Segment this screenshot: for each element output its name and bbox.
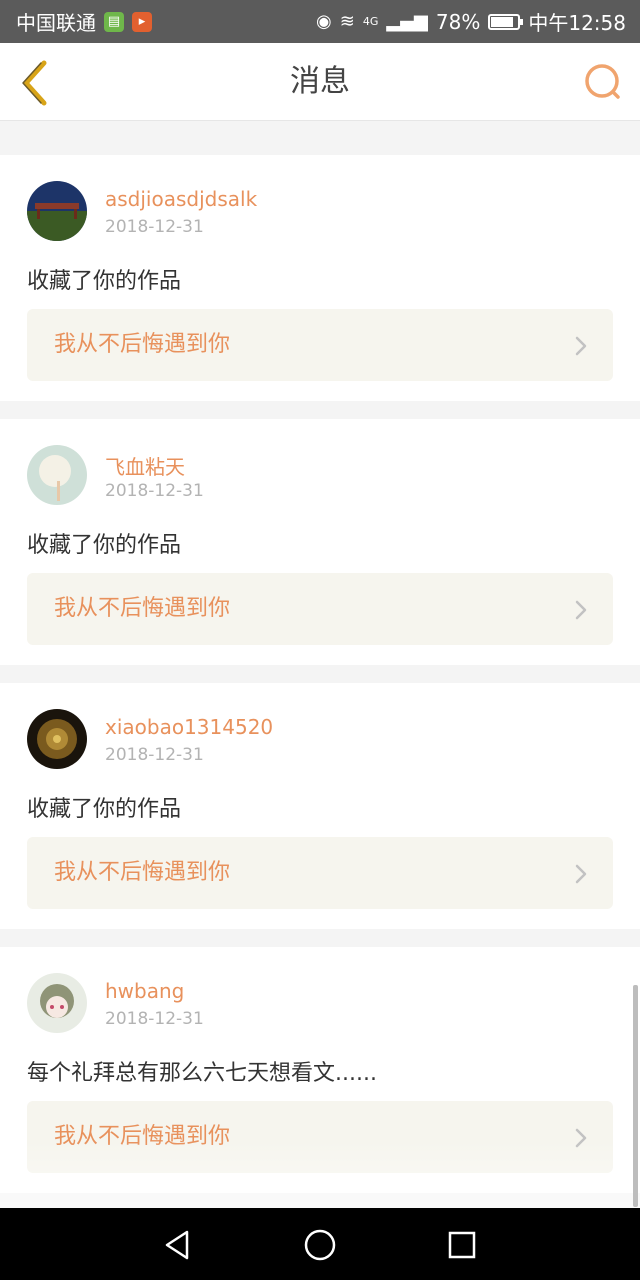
scrollbar[interactable] bbox=[633, 985, 638, 1207]
message-text: 收藏了你的作品 bbox=[27, 533, 182, 558]
work-title: 我从不后悔遇到你 bbox=[54, 1124, 231, 1149]
eye-icon: ◉ bbox=[316, 11, 332, 32]
work-title: 我从不后悔遇到你 bbox=[54, 860, 231, 885]
system-back-button[interactable] bbox=[161, 1228, 195, 1262]
chevron-right-icon bbox=[575, 864, 587, 884]
username[interactable]: asdjioasdjdsalk bbox=[105, 187, 257, 211]
system-recents-button[interactable] bbox=[445, 1228, 479, 1262]
message-card: 飞血粘天 2018-12-31 收藏了你的作品 我从不后悔遇到你 bbox=[0, 419, 640, 665]
message-date: 2018-12-31 bbox=[105, 481, 204, 501]
battery-percent: 78% bbox=[435, 9, 481, 34]
app-notification-icon: ▤ bbox=[104, 11, 124, 32]
page-title: 消息 bbox=[290, 64, 350, 99]
message-card: xiaobao1314520 2018-12-31 收藏了你的作品 我从不后悔遇… bbox=[0, 683, 640, 929]
search-button[interactable] bbox=[580, 59, 626, 105]
username[interactable]: 飞血粘天 bbox=[105, 451, 185, 480]
wifi-icon: ≋ bbox=[339, 11, 355, 32]
message-card: asdjioasdjdsalk 2018-12-31 收藏了你的作品 我从不后悔… bbox=[0, 155, 640, 401]
chevron-right-icon bbox=[575, 1128, 587, 1148]
system-home-button[interactable] bbox=[303, 1228, 337, 1262]
message-text: 每个礼拜总有那么六七天想看文...... bbox=[27, 1061, 377, 1086]
avatar[interactable] bbox=[27, 181, 87, 241]
message-date: 2018-12-31 bbox=[105, 745, 204, 765]
avatar[interactable] bbox=[27, 709, 87, 769]
message-date: 2018-12-31 bbox=[105, 217, 204, 237]
clock: 中午12:58 bbox=[528, 11, 626, 35]
work-link[interactable]: 我从不后悔遇到你 bbox=[27, 573, 613, 645]
work-title: 我从不后悔遇到你 bbox=[54, 596, 231, 621]
square-recents-icon bbox=[448, 1231, 476, 1259]
message-text: 收藏了你的作品 bbox=[27, 269, 182, 294]
work-title: 我从不后悔遇到你 bbox=[54, 332, 231, 357]
work-link[interactable]: 我从不后悔遇到你 bbox=[27, 309, 613, 381]
chevron-right-icon bbox=[575, 600, 587, 620]
work-link[interactable]: 我从不后悔遇到你 bbox=[27, 837, 613, 909]
carrier-label: 中国联通 bbox=[16, 11, 96, 35]
work-link[interactable]: 我从不后悔遇到你 bbox=[27, 1101, 613, 1173]
battery-icon bbox=[488, 13, 524, 30]
message-card: hwbang 2018-12-31 每个礼拜总有那么六七天想看文...... 我… bbox=[0, 947, 640, 1193]
video-notification-icon: ▸ bbox=[132, 11, 152, 32]
header: 消息 bbox=[0, 43, 640, 121]
avatar[interactable] bbox=[27, 973, 87, 1033]
avatar[interactable] bbox=[27, 445, 87, 505]
username[interactable]: hwbang bbox=[105, 979, 184, 1003]
message-date: 2018-12-31 bbox=[105, 1009, 204, 1029]
triangle-back-icon bbox=[165, 1230, 189, 1260]
search-icon bbox=[585, 64, 620, 99]
signal-icon: ▂▄▆ bbox=[386, 11, 428, 32]
network-type: 4G bbox=[362, 15, 379, 28]
status-bar: 中国联通 ▤ ▸ ◉ ≋ 4G ▂▄▆ 78% 中午12:58 bbox=[0, 0, 640, 43]
username[interactable]: xiaobao1314520 bbox=[105, 715, 273, 739]
message-text: 收藏了你的作品 bbox=[27, 797, 182, 822]
system-navigation-bar bbox=[0, 1208, 640, 1280]
chevron-right-icon bbox=[575, 336, 587, 356]
circle-home-icon bbox=[304, 1229, 336, 1261]
